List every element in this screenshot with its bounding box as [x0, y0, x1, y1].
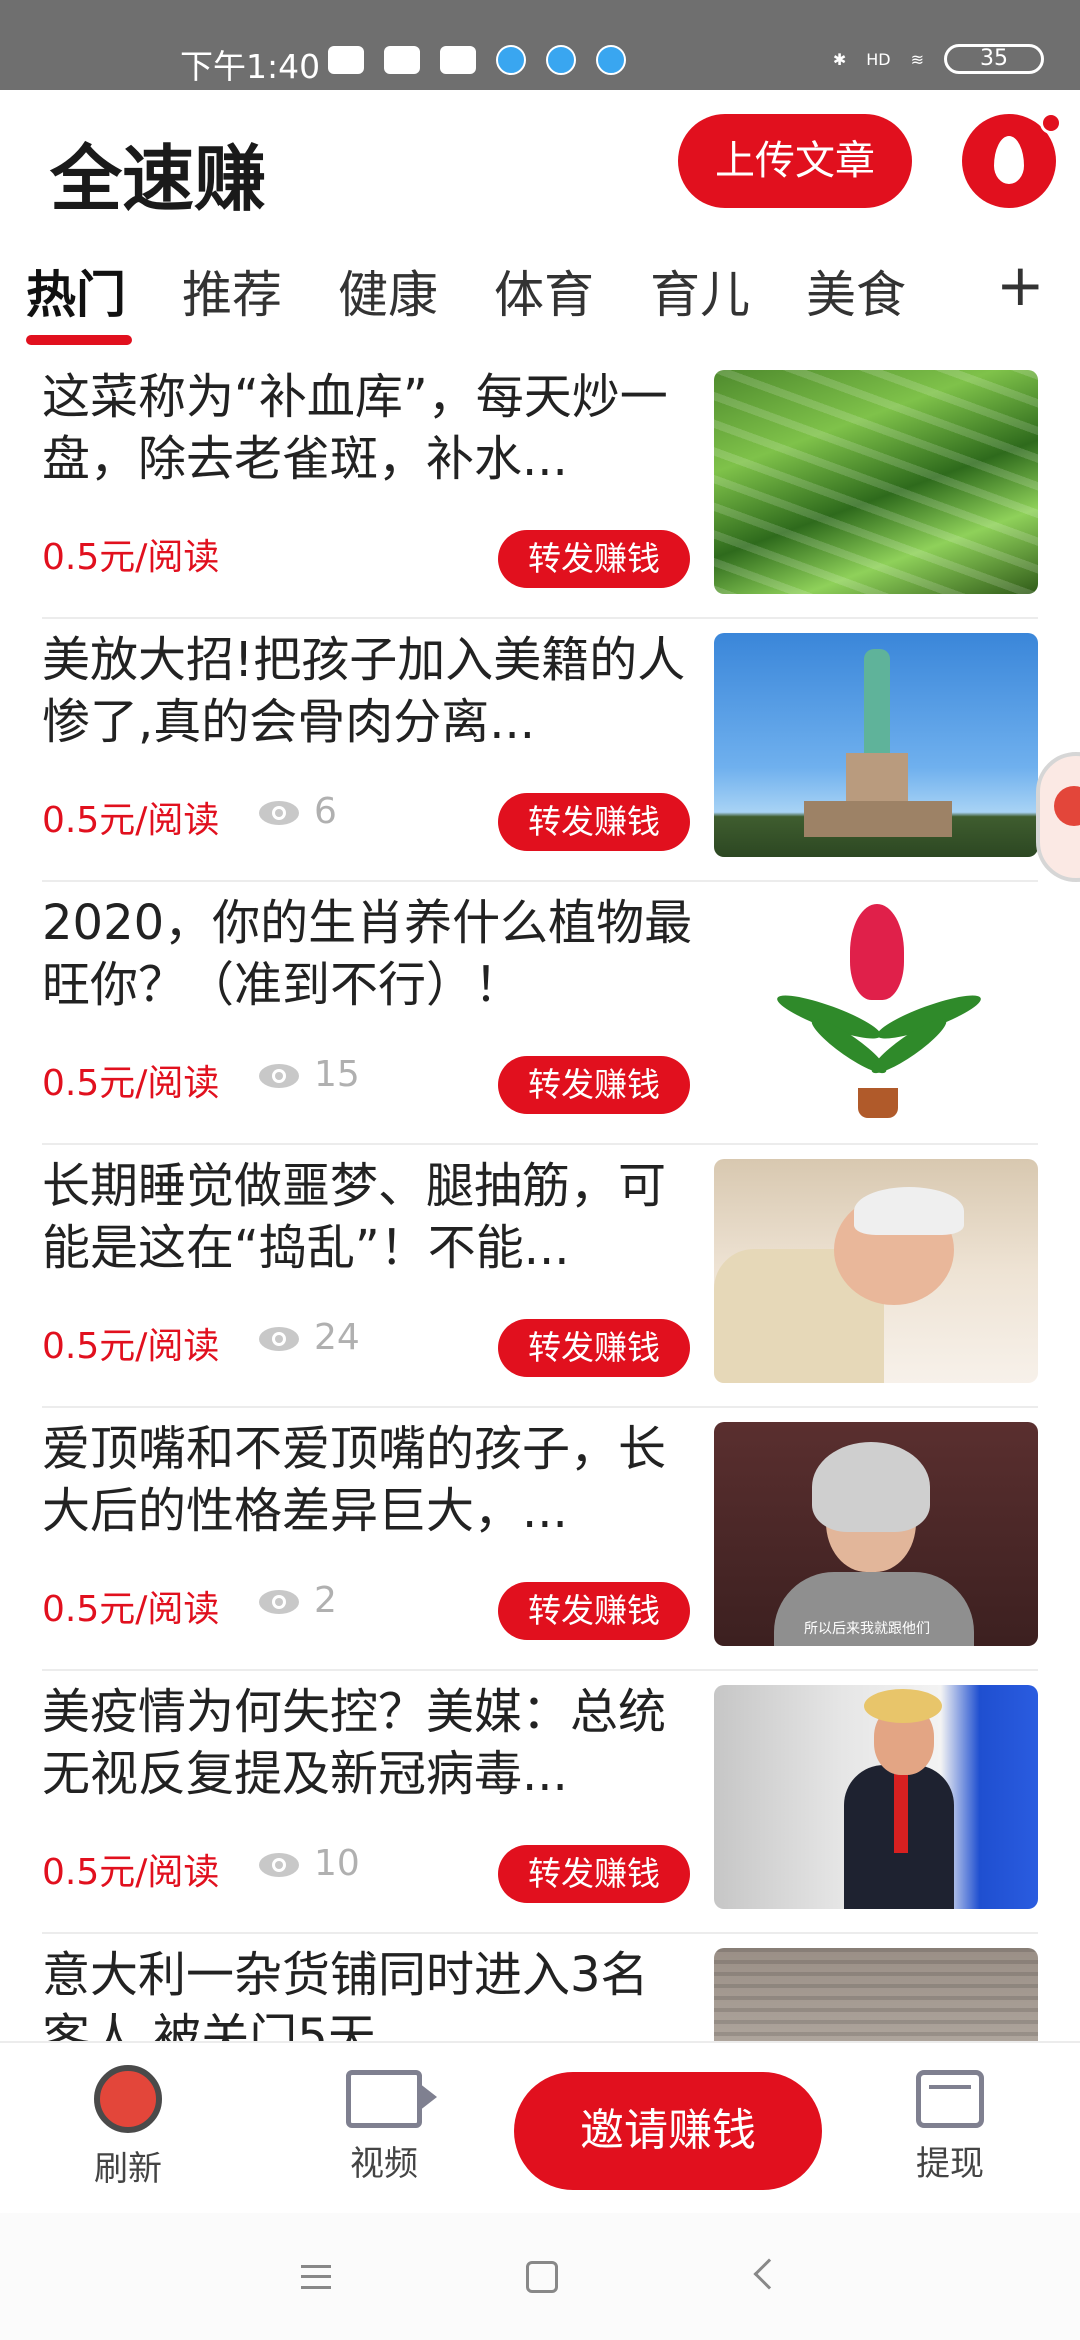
share-earn-button[interactable]: 转发赚钱: [498, 1056, 690, 1114]
share-earn-button[interactable]: 转发赚钱: [498, 1319, 690, 1377]
app-title: 全速赚: [50, 137, 267, 221]
system-icons: ✱ HD ≋ 35: [833, 44, 1044, 74]
article-item[interactable]: 2020，你的生肖养什么植物最旺你？（准到不行）！ 0.5元/阅读 15 转发赚…: [0, 882, 1080, 1145]
eye-icon: [259, 1327, 299, 1351]
article-price: 0.5元/阅读: [42, 1063, 220, 1104]
fire-button[interactable]: [962, 112, 1062, 208]
status-bar: 下午1:40 ✱ HD ≋ 35: [0, 0, 1080, 90]
chat-icon: [440, 46, 476, 74]
tab-recommend[interactable]: 推荐: [182, 255, 282, 327]
app-notification-icon: [596, 45, 626, 75]
tab-sports[interactable]: 体育: [494, 255, 594, 327]
share-earn-button[interactable]: 转发赚钱: [498, 1845, 690, 1903]
battery-icon: 35: [944, 44, 1044, 74]
app-notification-icon: [546, 45, 576, 75]
thumbnail-caption: 所以后来我就跟他们: [804, 1621, 930, 1637]
article-thumbnail[interactable]: 所以后来我就跟他们: [714, 1422, 1038, 1646]
share-earn-button[interactable]: 转发赚钱: [498, 530, 690, 588]
nav-refresh[interactable]: 刷新: [58, 2065, 198, 2190]
eye-icon: [259, 1590, 299, 1614]
fire-icon: [994, 136, 1024, 184]
article-title[interactable]: 美疫情为何失控？美媒：总统无视反复提及新冠病毒...: [42, 1681, 694, 1805]
wechat-icon: [384, 46, 420, 74]
eye-icon: [259, 1064, 299, 1088]
notification-icons: [328, 45, 626, 75]
menu-icon[interactable]: [301, 2265, 331, 2289]
article-thumbnail[interactable]: [714, 896, 1038, 1120]
article-price: 0.5元/阅读: [42, 537, 220, 578]
add-tab-button[interactable]: +: [996, 251, 1045, 319]
article-title[interactable]: 爱顶嘴和不爱顶嘴的孩子，长大后的性格差异巨大，...: [42, 1418, 694, 1542]
back-icon[interactable]: [753, 2258, 785, 2290]
article-feed[interactable]: 这菜称为“补血库”，每天炒一盘，除去老雀斑，补水... 0.5元/阅读 转发赚钱…: [0, 356, 1080, 2041]
view-count: 10: [314, 1843, 360, 1884]
article-item[interactable]: 长期睡觉做噩梦、腿抽筋，可能是这在“捣乱”！不能... 0.5元/阅读 24 转…: [0, 1145, 1080, 1408]
article-item[interactable]: 意大利一杂货铺同时进入3名客人 被关门5天: [0, 1934, 1080, 2041]
refresh-icon: [94, 2065, 162, 2133]
home-icon[interactable]: [526, 2261, 558, 2293]
app-notification-icon: [496, 45, 526, 75]
view-count: 2: [314, 1580, 337, 1621]
wallet-icon: [916, 2070, 984, 2128]
tab-food[interactable]: 美食: [806, 255, 906, 327]
upload-article-button[interactable]: 上传文章: [678, 114, 912, 208]
article-price: 0.5元/阅读: [42, 800, 220, 841]
eye-icon: [259, 1853, 299, 1877]
article-price: 0.5元/阅读: [42, 1326, 220, 1367]
reward-icon: [1054, 786, 1080, 826]
article-price: 0.5元/阅读: [42, 1852, 220, 1893]
invite-earn-button[interactable]: 邀请赚钱: [514, 2072, 822, 2190]
active-tab-indicator: [26, 335, 132, 345]
message-icon: [328, 46, 364, 74]
signal-icon: HD: [866, 49, 891, 69]
tab-parenting[interactable]: 育儿: [650, 255, 750, 327]
share-earn-button[interactable]: 转发赚钱: [498, 793, 690, 851]
floating-reward-widget[interactable]: [1036, 752, 1080, 882]
article-thumbnail[interactable]: [714, 633, 1038, 857]
tab-health[interactable]: 健康: [338, 255, 438, 327]
nav-withdraw[interactable]: 提现: [880, 2065, 1020, 2185]
article-title[interactable]: 这菜称为“补血库”，每天炒一盘，除去老雀斑，补水...: [42, 366, 694, 490]
article-item[interactable]: 这菜称为“补血库”，每天炒一盘，除去老雀斑，补水... 0.5元/阅读 转发赚钱: [0, 356, 1080, 619]
article-title[interactable]: 意大利一杂货铺同时进入3名客人 被关门5天: [42, 1944, 694, 2041]
article-item[interactable]: 美放大招!把孩子加入美籍的人惨了,真的会骨肉分离... 0.5元/阅读 6 转发…: [0, 619, 1080, 882]
status-time: 下午1:40: [180, 47, 321, 86]
view-count: 15: [314, 1054, 360, 1095]
nav-withdraw-label: 提现: [916, 2144, 984, 2184]
view-count: 6: [314, 791, 337, 832]
nav-video[interactable]: 视频: [314, 2065, 454, 2185]
article-item[interactable]: 爱顶嘴和不爱顶嘴的孩子，长大后的性格差异巨大，... 0.5元/阅读 2 转发赚…: [0, 1408, 1080, 1671]
eye-icon: [259, 801, 299, 825]
nav-video-label: 视频: [350, 2144, 418, 2184]
wifi-icon: ≋: [910, 49, 924, 69]
article-title[interactable]: 长期睡觉做噩梦、腿抽筋，可能是这在“捣乱”！不能...: [42, 1155, 694, 1279]
article-thumbnail[interactable]: [714, 1685, 1038, 1909]
view-count: 24: [314, 1317, 360, 1358]
article-thumbnail[interactable]: [714, 370, 1038, 594]
category-tabs: 热门 推荐 健康 体育 育儿 美食 +: [0, 245, 1080, 355]
bluetooth-icon: ✱: [832, 49, 847, 69]
app-header: 全速赚 上传文章: [0, 90, 1080, 235]
article-title[interactable]: 美放大招!把孩子加入美籍的人惨了,真的会骨肉分离...: [42, 629, 694, 753]
notification-dot: [1040, 112, 1062, 134]
article-thumbnail[interactable]: [714, 1159, 1038, 1383]
bottom-nav: 刷新 视频 邀请赚钱 提现: [0, 2041, 1080, 2213]
tab-hot[interactable]: 热门: [26, 255, 126, 327]
article-thumbnail[interactable]: [714, 1948, 1038, 2041]
article-title[interactable]: 2020，你的生肖养什么植物最旺你？（准到不行）！: [42, 892, 694, 1016]
system-nav-bar: [0, 2213, 1080, 2340]
article-price: 0.5元/阅读: [42, 1589, 220, 1630]
share-earn-button[interactable]: 转发赚钱: [498, 1582, 690, 1640]
nav-refresh-label: 刷新: [94, 2149, 162, 2189]
article-item[interactable]: 美疫情为何失控？美媒：总统无视反复提及新冠病毒... 0.5元/阅读 10 转发…: [0, 1671, 1080, 1934]
video-icon: [346, 2070, 437, 2128]
